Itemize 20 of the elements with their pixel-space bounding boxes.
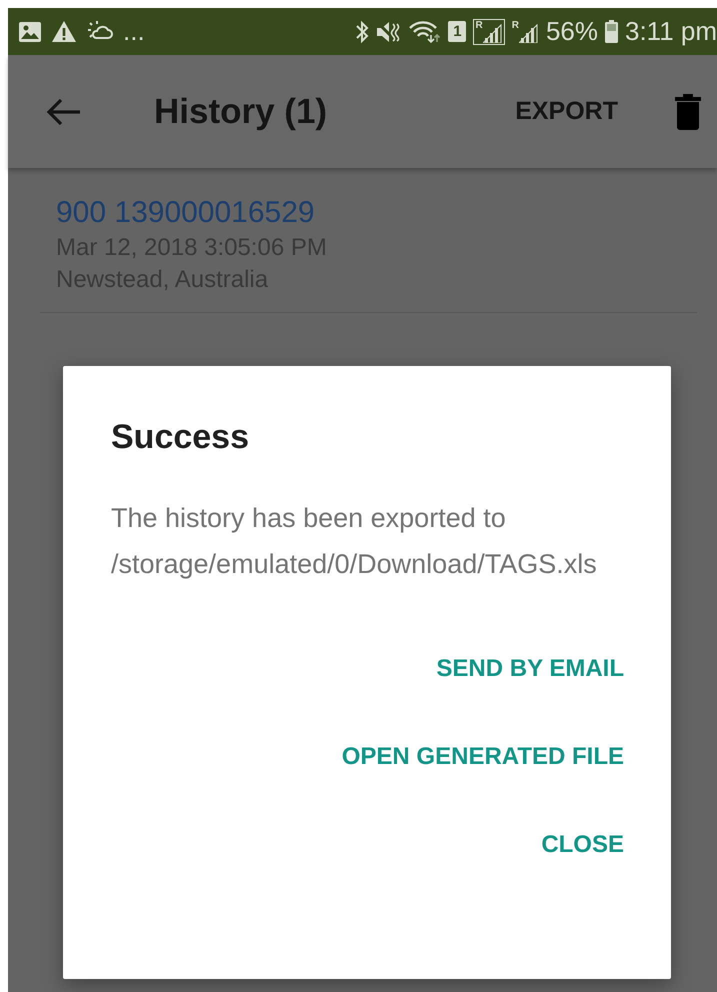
- dialog-action-button[interactable]: CLOSE: [541, 831, 624, 859]
- sim-card-badge: 1: [448, 21, 466, 42]
- dialog-title: Success: [111, 418, 250, 457]
- battery-percentage: 56%: [546, 16, 598, 47]
- screen-title: History (1): [154, 92, 328, 132]
- wifi-icon: [409, 20, 442, 44]
- dialog-action-button[interactable]: OPEN GENERATED FILE: [342, 743, 624, 771]
- dialog-message: The history has been exported to /storage/emulated/0/Download/TAGS.xls: [111, 502, 598, 581]
- warning-icon: [51, 20, 77, 43]
- back-button[interactable]: [46, 96, 82, 126]
- clock: 3:11 pm: [624, 16, 717, 47]
- signal-icon: R: [473, 18, 505, 44]
- dialog-action-button[interactable]: SEND BY EMAIL: [436, 655, 624, 683]
- mute-icon: [376, 20, 402, 42]
- bluetooth-icon: [355, 20, 370, 44]
- delete-icon[interactable]: [675, 94, 701, 130]
- export-button[interactable]: EXPORT: [515, 97, 618, 126]
- battery-icon: [604, 20, 618, 43]
- image-icon: [18, 20, 42, 42]
- more-notifications: ...: [123, 16, 145, 47]
